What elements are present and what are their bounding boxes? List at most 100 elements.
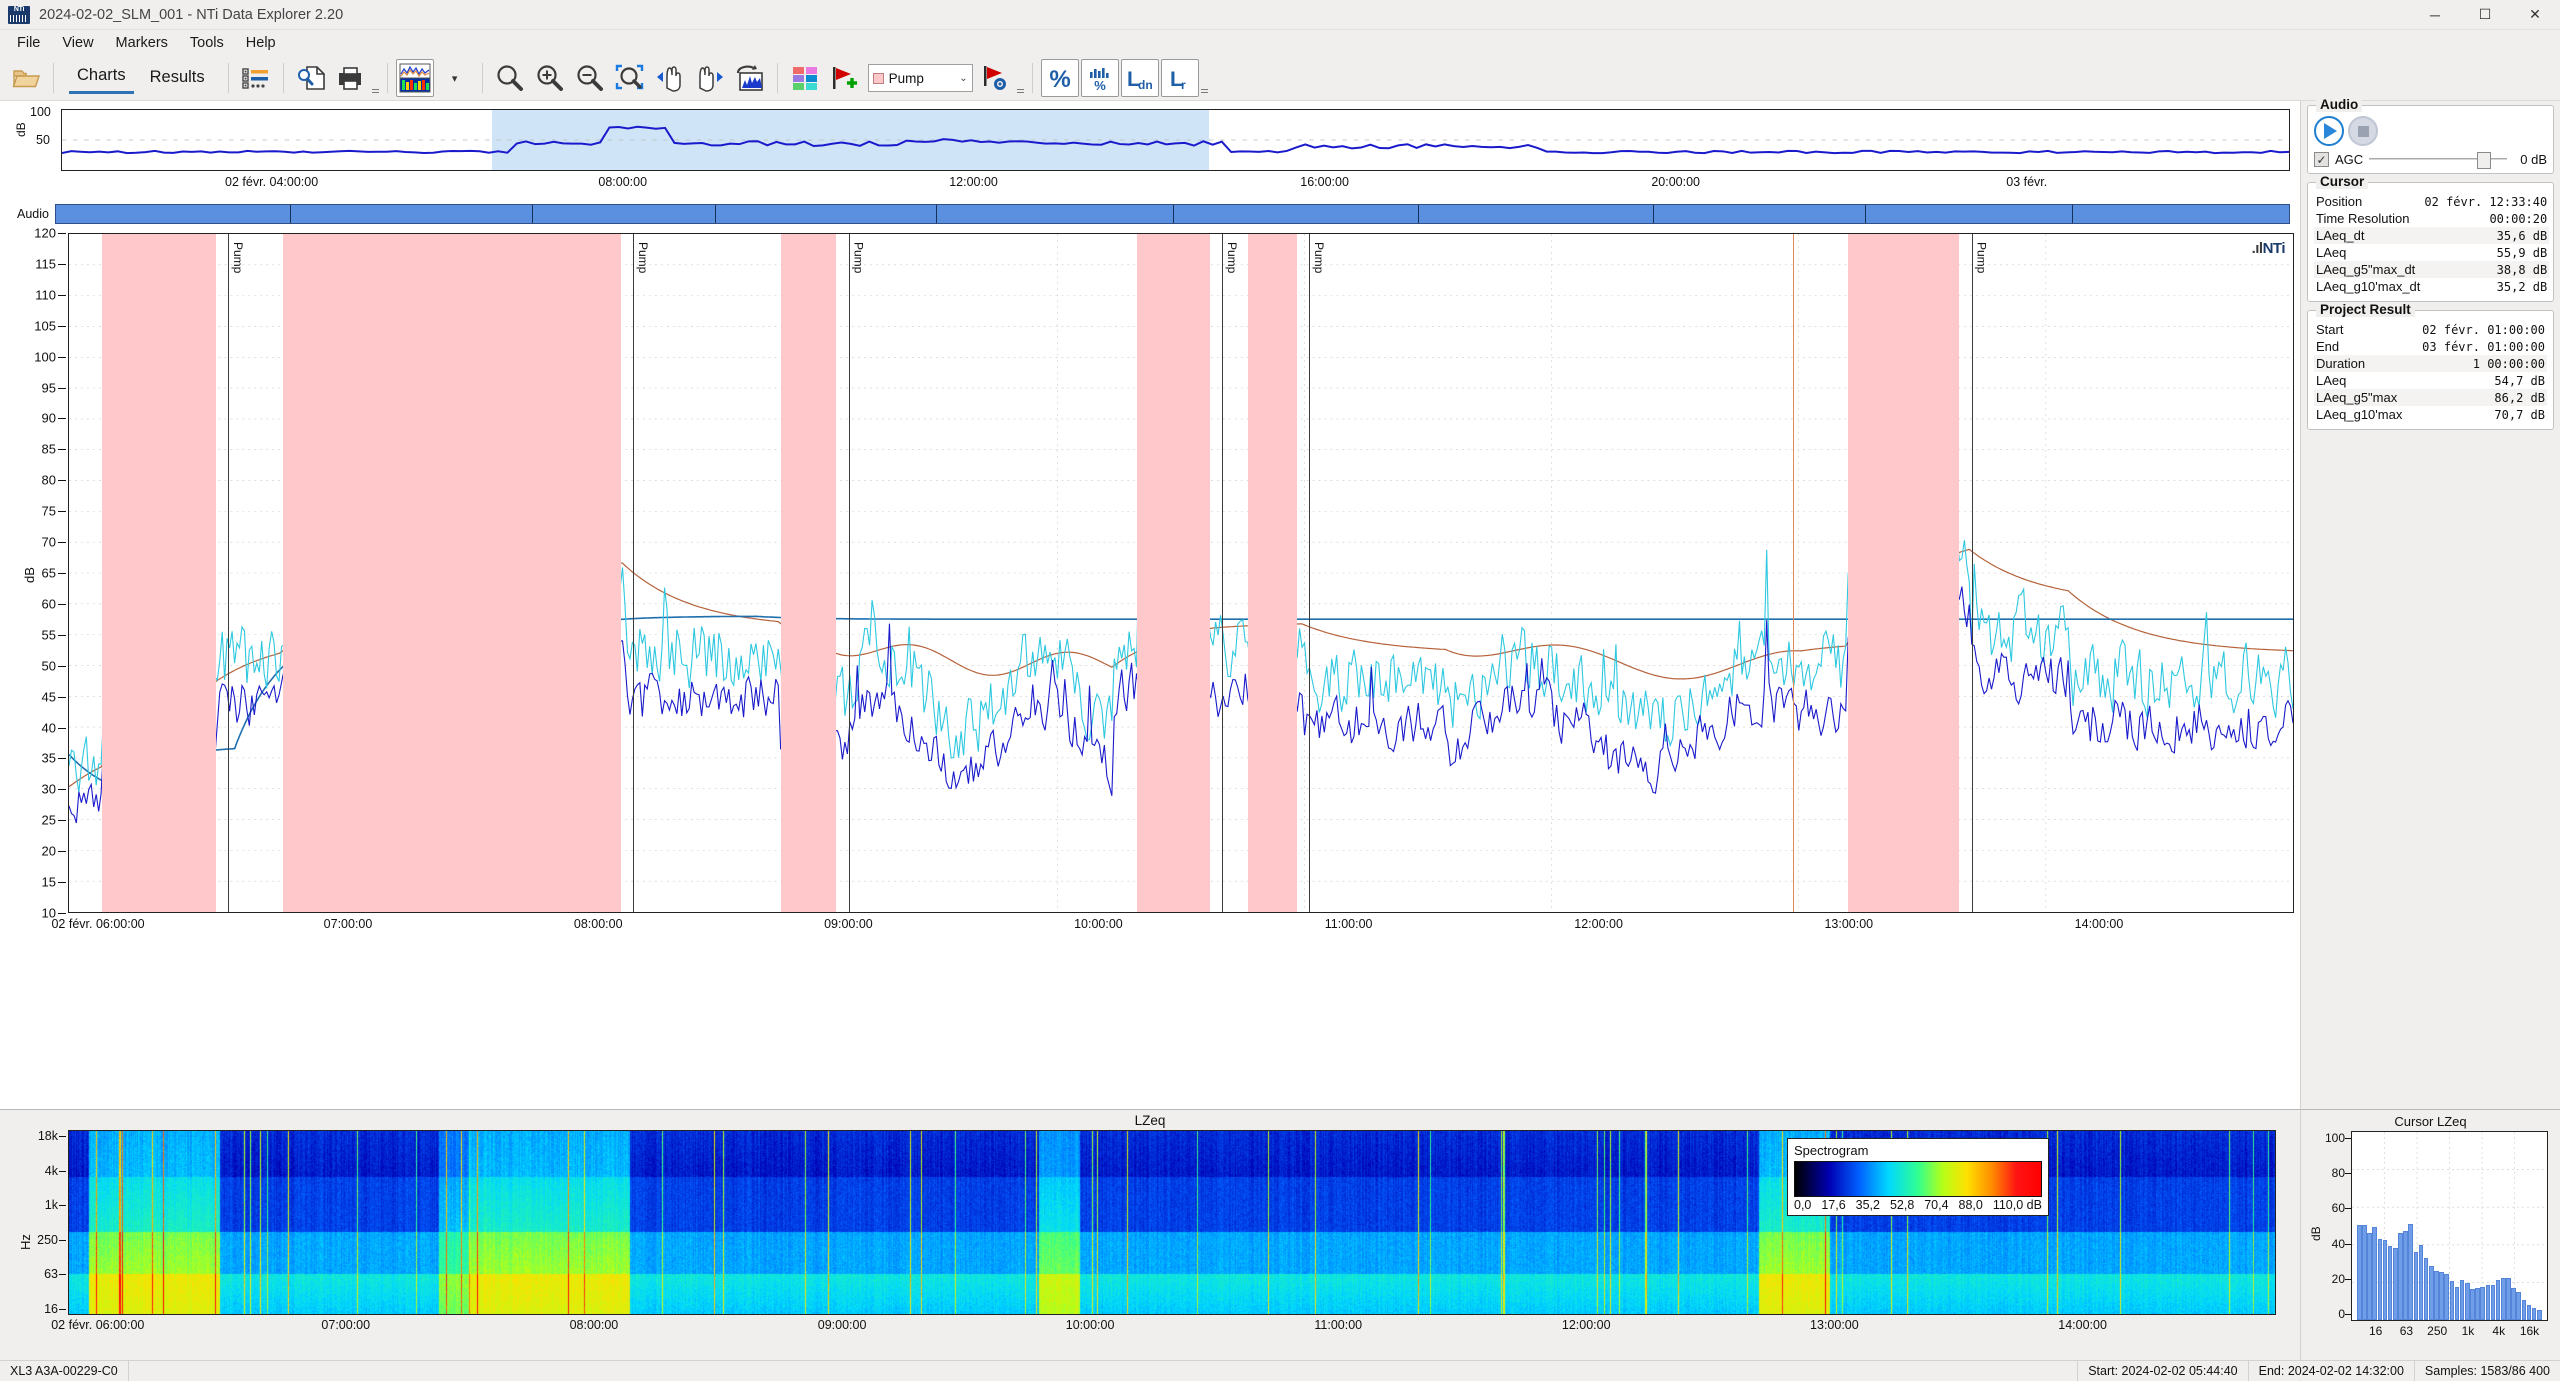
spectrogram-chart[interactable]: Hz 18k4k1k2506316 02 févr. 06:00:0007:00…: [6, 1130, 2294, 1370]
pan-left-button[interactable]: [651, 59, 689, 97]
gain-slider-knob[interactable]: [2477, 152, 2491, 169]
marker-band[interactable]: [102, 234, 215, 912]
cursor-spectrum-chart[interactable]: dB 100806040200 16632501k4k16k: [2309, 1131, 2552, 1361]
report-preview-button[interactable]: [292, 59, 330, 97]
agc-checkbox[interactable]: ✓: [2314, 152, 2329, 167]
spectrogram-xtick: 10:00:00: [1066, 1318, 1115, 1332]
overview-ytick-50: 50: [36, 133, 50, 147]
maximize-button[interactable]: ☐: [2460, 0, 2510, 30]
add-marker-button[interactable]: [826, 59, 864, 97]
audio-segment-divider: [1173, 205, 1174, 223]
marker-band[interactable]: [283, 234, 621, 912]
row-key: LAeq_g5"max: [2314, 389, 2411, 406]
main-chart-plot[interactable]: .ılNTi Pump Pump Pump Pump Pump Pump: [68, 233, 2294, 913]
percentile-button[interactable]: %: [1041, 59, 1079, 97]
overview-chart[interactable]: dB 100 50 02 févr. 04:00:0008:00:0012:00…: [6, 107, 2294, 197]
spectrogram-ytick: 1k: [45, 1198, 58, 1212]
audio-segment-divider: [2072, 205, 2073, 223]
reset-zoom-button[interactable]: [731, 59, 769, 97]
audio-segment-divider: [290, 205, 291, 223]
toolbar-overflow-grip[interactable]: [1016, 60, 1025, 96]
menu-help[interactable]: Help: [235, 32, 287, 54]
marker-band[interactable]: [1248, 234, 1297, 912]
lr-button[interactable]: Lr: [1161, 59, 1199, 97]
tab-charts[interactable]: Charts: [69, 62, 134, 94]
marker-line[interactable]: Pump: [1309, 234, 1310, 912]
menu-markers[interactable]: Markers: [105, 32, 179, 54]
colorbar-tick: 52,8: [1890, 1198, 1914, 1212]
window-title: 2024-02-02_SLM_001 - NTi Data Explorer 2…: [39, 7, 343, 23]
spectrum-bar: [2511, 1288, 2516, 1320]
main-time-history-chart[interactable]: dB 1201151101051009590858075706560555045…: [6, 233, 2294, 963]
zoom-button[interactable]: [491, 59, 529, 97]
toolbar-overflow-grip[interactable]: [371, 60, 380, 96]
main-chart-xtick: 14:00:00: [2075, 917, 2124, 931]
zoom-region-button[interactable]: [611, 59, 649, 97]
svg-text:%: %: [1049, 66, 1070, 92]
audio-segment-divider: [1653, 205, 1654, 223]
cursor-spectrum-panel: Cursor LZeq dB 100806040200 16632501k4k1…: [2300, 1109, 2560, 1381]
status-device: XL3 A3A-00229-C0: [0, 1361, 129, 1381]
marker-settings-button[interactable]: [977, 59, 1015, 97]
cursor-line[interactable]: [1793, 234, 1794, 912]
marker-line[interactable]: Pump: [1222, 234, 1223, 912]
marker-band[interactable]: [781, 234, 837, 912]
spectrum-bar: [2465, 1283, 2470, 1320]
chart-layout-button[interactable]: [396, 59, 434, 97]
stop-button[interactable]: [2348, 116, 2378, 146]
open-folder-button[interactable]: [7, 59, 45, 97]
svg-text:r: r: [1181, 78, 1186, 92]
spectrum-bar: [2419, 1245, 2424, 1320]
table-row: LAeq_g5"max_dt38,8 dB: [2314, 261, 2549, 278]
cursor-spectrum-x-axis: 16632501k4k16k: [2351, 1324, 2548, 1342]
spectrum-bar: [2367, 1233, 2372, 1320]
row-key: LAeq_g5"max_dt: [2314, 261, 2422, 278]
marker-band[interactable]: [1848, 234, 1959, 912]
audio-track-row: Audio: [6, 201, 2294, 227]
cursor-spectrum-plot[interactable]: [2351, 1131, 2548, 1321]
marker-type-select[interactable]: Pump ⌄: [868, 64, 973, 92]
chart-layout-dropdown[interactable]: ▾: [436, 59, 474, 97]
marker-line[interactable]: Pump: [1972, 234, 1973, 912]
main-chart-xtick: 09:00:00: [824, 917, 873, 931]
row-value: 35,2 dB: [2422, 278, 2549, 295]
play-button[interactable]: [2314, 116, 2344, 146]
cursor-spectrum-ytick: 20: [2332, 1272, 2345, 1286]
spectrum-bar: [2378, 1239, 2383, 1320]
colorbar-tick: 17,6: [1821, 1198, 1845, 1212]
ldn-button[interactable]: Ldn: [1121, 59, 1159, 97]
menu-view[interactable]: View: [51, 32, 104, 54]
table-row: Time Resolution00:00:20: [2314, 210, 2549, 227]
tab-results[interactable]: Results: [142, 64, 213, 93]
close-button[interactable]: ✕: [2510, 0, 2560, 30]
main-chart-ytick: 45: [42, 689, 56, 704]
main-chart-ytick-mark: [58, 418, 66, 419]
main-chart-ytick: 60: [42, 596, 56, 611]
overview-xtick: 02 févr. 04:00:00: [225, 175, 318, 189]
list-view-button[interactable]: [237, 59, 275, 97]
pan-right-button[interactable]: [691, 59, 729, 97]
menu-tools[interactable]: Tools: [179, 32, 235, 54]
marker-line[interactable]: Pump: [228, 234, 229, 912]
marker-line[interactable]: Pump: [849, 234, 850, 912]
marker-band[interactable]: [1137, 234, 1210, 912]
print-button[interactable]: [332, 59, 370, 97]
main-chart-ytick-mark: [58, 357, 66, 358]
minimize-button[interactable]: ─: [2410, 0, 2460, 30]
spectrogram-ytick-mark: [59, 1240, 66, 1241]
zoom-out-button[interactable]: [571, 59, 609, 97]
toolbar-overflow-grip[interactable]: [1200, 60, 1209, 96]
marker-line[interactable]: Pump: [633, 234, 634, 912]
main-chart-ytick-mark: [58, 511, 66, 512]
audio-track-strip[interactable]: [55, 204, 2290, 224]
nti-watermark-logo: .ılNTi: [2252, 240, 2285, 257]
main-chart-ytick-mark: [58, 820, 66, 821]
zoom-in-button[interactable]: [531, 59, 569, 97]
menu-file[interactable]: File: [6, 32, 51, 54]
color-palette-button[interactable]: [786, 59, 824, 97]
overview-plot[interactable]: [61, 109, 2290, 171]
status-bar: XL3 A3A-00229-C0 Start: 2024-02-02 05:44…: [0, 1360, 2560, 1380]
spectrum-bar: [2450, 1281, 2455, 1320]
gain-slider[interactable]: [2369, 152, 2507, 167]
spectrum-percentile-button[interactable]: %: [1081, 59, 1119, 97]
